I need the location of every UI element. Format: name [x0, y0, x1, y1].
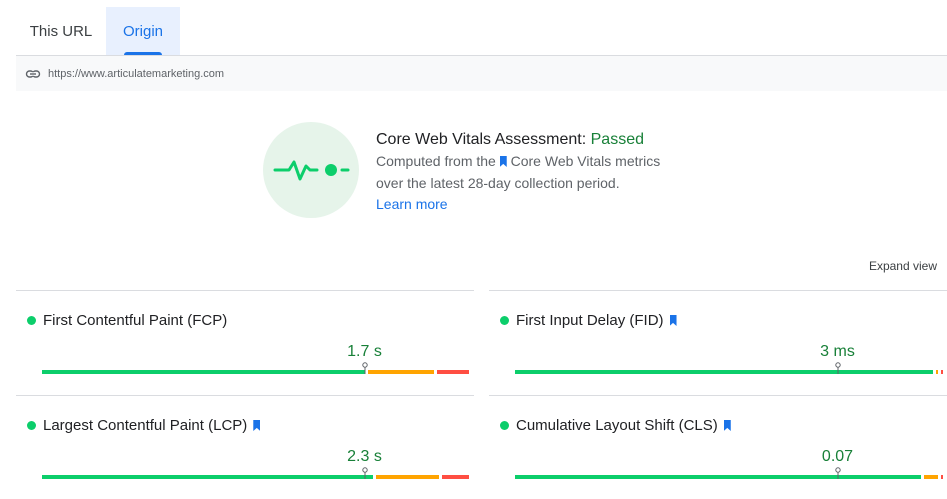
distribution-segment-needs-improvement [923, 475, 938, 479]
distribution-segment-good [515, 475, 921, 479]
bookmark-icon [669, 315, 677, 326]
assessment-description: Computed from the Core Web Vitals metric… [376, 153, 661, 191]
metric-fid: First Input Delay (FID) 3 ms [489, 290, 947, 394]
distribution-bar [515, 362, 945, 374]
distribution-bar [42, 467, 472, 479]
bookmark-icon [499, 156, 507, 167]
distribution-segment-good [42, 475, 374, 479]
distribution-segment-good [42, 370, 365, 374]
vitals-pulse-icon [263, 122, 359, 218]
expand-view-button[interactable]: Expand view [869, 259, 937, 273]
distribution-segment-needs-improvement [376, 475, 439, 479]
status-dot-icon [27, 421, 36, 430]
metric-label[interactable]: First Contentful Paint (FCP) [43, 312, 227, 329]
status-dot-icon [500, 316, 509, 325]
distribution-bar [515, 467, 945, 479]
percentile-marker-icon [834, 467, 841, 479]
origin-url: https://www.articulatemarketing.com [48, 67, 225, 80]
metric-label[interactable]: First Input Delay (FID) [516, 312, 664, 329]
metric-lcp: Largest Contentful Paint (LCP) 2.3 s [16, 395, 474, 499]
bookmark-icon [723, 420, 731, 431]
tab-this-url[interactable]: This URL [16, 7, 106, 55]
assessment-summary: Core Web Vitals Assessment: Passed Compu… [376, 130, 736, 214]
metric-label[interactable]: Largest Contentful Paint (LCP) [43, 417, 247, 434]
metric-fcp: First Contentful Paint (FCP) 1.7 s [16, 290, 474, 394]
distribution-segment-poor [441, 475, 469, 479]
metric-value: 0.07 [821, 448, 854, 465]
tab-origin[interactable]: Origin [106, 7, 180, 55]
distribution-segment-good [515, 370, 934, 374]
metric-value: 3 ms [820, 343, 855, 360]
bookmark-icon [253, 420, 261, 431]
link-icon [25, 66, 41, 82]
distribution-segment-poor [437, 370, 469, 374]
distribution-segment-needs-improvement [936, 370, 939, 374]
distribution-segment-poor [940, 370, 943, 374]
url-bar: https://www.articulatemarketing.com [16, 55, 947, 91]
distribution-segment-poor [940, 475, 943, 479]
metric-value: 2.3 s [347, 448, 382, 465]
percentile-marker-icon [834, 362, 841, 374]
core-web-vitals-link[interactable]: Core Web Vitals metrics [511, 153, 661, 169]
assessment-title: Core Web Vitals Assessment: Passed [376, 131, 644, 148]
metric-label[interactable]: Cumulative Layout Shift (CLS) [516, 417, 718, 434]
learn-more-link[interactable]: Learn more [376, 194, 736, 214]
tab-bar: This URL Origin [16, 7, 180, 55]
percentile-marker-icon [361, 362, 368, 374]
status-dot-icon [27, 316, 36, 325]
metric-cls: Cumulative Layout Shift (CLS) 0.07 [489, 395, 947, 499]
status-dot-icon [500, 421, 509, 430]
distribution-segment-needs-improvement [367, 370, 435, 374]
metric-value: 1.7 s [347, 343, 382, 360]
percentile-marker-icon [361, 467, 368, 479]
assessment-status: Passed [590, 131, 644, 148]
distribution-bar [42, 362, 472, 374]
